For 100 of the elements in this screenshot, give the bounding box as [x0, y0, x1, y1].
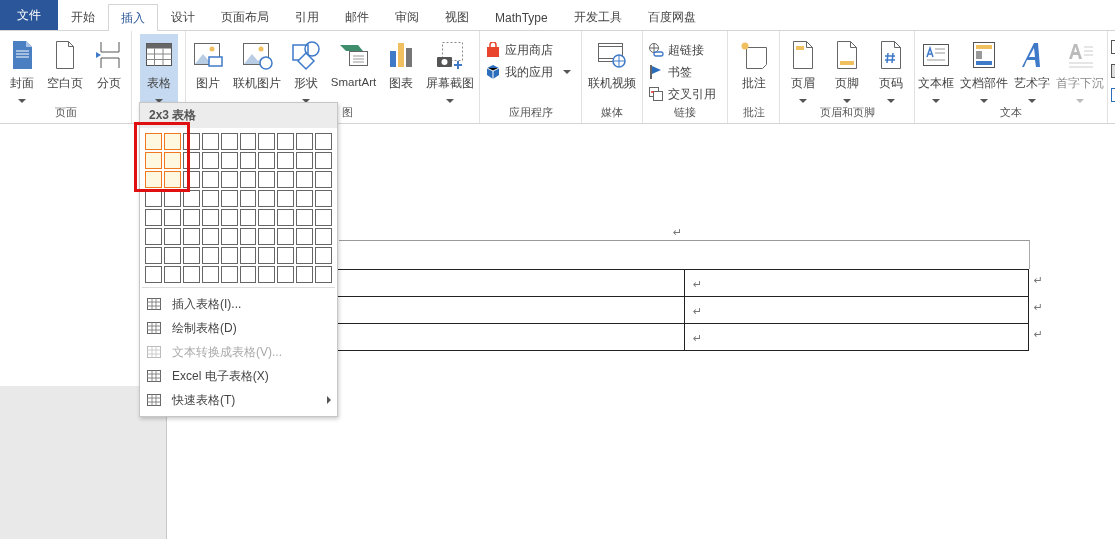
grid-cell[interactable]	[163, 209, 181, 226]
grid-cell[interactable]	[220, 228, 238, 245]
menu-item[interactable]: 绘制表格(D)	[140, 316, 337, 340]
grid-cell[interactable]	[258, 247, 276, 264]
grid-cell[interactable]	[296, 133, 314, 150]
grid-cell[interactable]	[315, 266, 333, 283]
grid-cell[interactable]	[220, 209, 238, 226]
grid-cell[interactable]	[182, 247, 200, 264]
grid-cell[interactable]	[220, 133, 238, 150]
grid-cell[interactable]	[315, 133, 333, 150]
ribbon-button[interactable]: 书签	[648, 62, 722, 82]
ribbon-tab[interactable]: 文件	[0, 0, 58, 30]
ribbon-button[interactable]: 表格	[139, 34, 178, 105]
ribbon-button[interactable]: 屏幕截图	[424, 34, 477, 105]
grid-cell[interactable]	[239, 133, 257, 150]
grid-cell[interactable]	[163, 247, 181, 264]
grid-cell[interactable]	[296, 171, 314, 188]
grid-cell[interactable]	[145, 209, 162, 226]
ribbon-button[interactable]: 分页	[90, 34, 129, 105]
grid-cell[interactable]	[277, 209, 295, 226]
ribbon-button[interactable]: 联机图片	[230, 34, 283, 105]
ribbon-button[interactable]: 形状	[286, 34, 325, 105]
ribbon-button[interactable]: 我的应用	[485, 62, 576, 82]
ribbon-tab[interactable]: MathType	[482, 4, 561, 30]
grid-cell[interactable]	[296, 247, 314, 264]
ribbon-button[interactable]: 页眉	[783, 34, 822, 105]
ribbon-button[interactable]: 页脚	[828, 34, 866, 105]
grid-cell[interactable]	[258, 171, 276, 188]
grid-cell[interactable]	[201, 266, 219, 283]
grid-cell[interactable]	[258, 266, 276, 283]
grid-cell[interactable]	[258, 152, 276, 169]
grid-cell[interactable]	[163, 152, 181, 169]
grid-cell[interactable]	[315, 152, 333, 169]
grid-cell[interactable]	[182, 209, 200, 226]
grid-cell[interactable]	[277, 247, 295, 264]
grid-cell[interactable]	[239, 247, 257, 264]
grid-cell[interactable]	[220, 266, 238, 283]
menu-item[interactable]: Excel 电子表格(X)	[140, 364, 337, 388]
grid-cell[interactable]	[145, 152, 162, 169]
grid-cell[interactable]	[239, 228, 257, 245]
menu-item[interactable]: 快速表格(T)	[140, 388, 337, 412]
ribbon-button[interactable]: 交叉引用	[648, 84, 722, 104]
grid-cell[interactable]	[182, 190, 200, 207]
grid-cell[interactable]	[201, 228, 219, 245]
grid-cell[interactable]	[258, 133, 276, 150]
grid-cell[interactable]	[163, 133, 181, 150]
grid-cell[interactable]	[239, 190, 257, 207]
grid-cell[interactable]	[145, 247, 162, 264]
ribbon-tab[interactable]: 审阅	[382, 4, 432, 30]
grid-cell[interactable]	[277, 152, 295, 169]
grid-cell[interactable]	[201, 209, 219, 226]
ribbon-tab[interactable]: 插入	[108, 4, 158, 31]
grid-cell[interactable]	[220, 190, 238, 207]
grid-cell[interactable]	[145, 133, 162, 150]
ribbon-button[interactable]: SmartArt	[328, 34, 379, 105]
grid-cell[interactable]	[296, 190, 314, 207]
ribbon-tab[interactable]: 邮件	[332, 4, 382, 30]
grid-cell[interactable]	[239, 266, 257, 283]
ribbon-tab[interactable]: 开始	[58, 4, 108, 30]
grid-cell[interactable]	[220, 152, 238, 169]
grid-cell[interactable]	[201, 152, 219, 169]
grid-cell[interactable]	[182, 266, 200, 283]
ribbon-button[interactable]: 图表	[382, 34, 421, 105]
grid-cell[interactable]	[315, 209, 333, 226]
grid-cell[interactable]	[239, 152, 257, 169]
grid-cell[interactable]	[258, 228, 276, 245]
grid-cell[interactable]	[296, 266, 314, 283]
ribbon-button[interactable]: 文档部件	[958, 34, 1011, 105]
ribbon-button[interactable]: 超链接	[648, 40, 722, 60]
menu-item[interactable]: 插入表格(I)...	[140, 292, 337, 316]
ribbon-button[interactable]: 封面	[2, 34, 41, 105]
grid-cell[interactable]	[315, 247, 333, 264]
ribbon-button[interactable]: 批注	[734, 34, 773, 105]
ribbon-button[interactable]: 空白页	[45, 34, 86, 105]
ribbon-button[interactable]: 文本框	[916, 34, 957, 105]
ribbon-button[interactable]: 图片	[188, 34, 227, 105]
ribbon-button[interactable]: 页码	[872, 34, 911, 105]
grid-cell[interactable]	[201, 171, 219, 188]
grid-cell[interactable]	[201, 133, 219, 150]
grid-cell[interactable]	[201, 247, 219, 264]
grid-cell[interactable]	[163, 171, 181, 188]
grid-cell[interactable]	[296, 228, 314, 245]
grid-cell[interactable]	[315, 228, 333, 245]
grid-cell[interactable]	[239, 171, 257, 188]
grid-cell[interactable]	[277, 133, 295, 150]
ribbon-tab[interactable]: 引用	[282, 4, 332, 30]
grid-cell[interactable]	[201, 190, 219, 207]
ribbon-tab[interactable]: 百度网盘	[634, 4, 709, 30]
ribbon-tab[interactable]: 开发工具	[560, 4, 635, 30]
grid-cell[interactable]	[145, 228, 162, 245]
ribbon-button[interactable]: 艺术字	[1011, 34, 1052, 105]
ribbon-button[interactable]: 联机视频	[586, 34, 638, 105]
grid-cell[interactable]	[220, 171, 238, 188]
grid-cell[interactable]	[315, 171, 333, 188]
grid-cell[interactable]	[296, 209, 314, 226]
ribbon-tab[interactable]: 设计	[158, 4, 208, 30]
grid-cell[interactable]	[145, 171, 162, 188]
ribbon-button[interactable]: 应用商店	[485, 40, 576, 60]
ribbon-tab[interactable]: 页面布局	[208, 4, 282, 30]
grid-cell[interactable]	[182, 228, 200, 245]
